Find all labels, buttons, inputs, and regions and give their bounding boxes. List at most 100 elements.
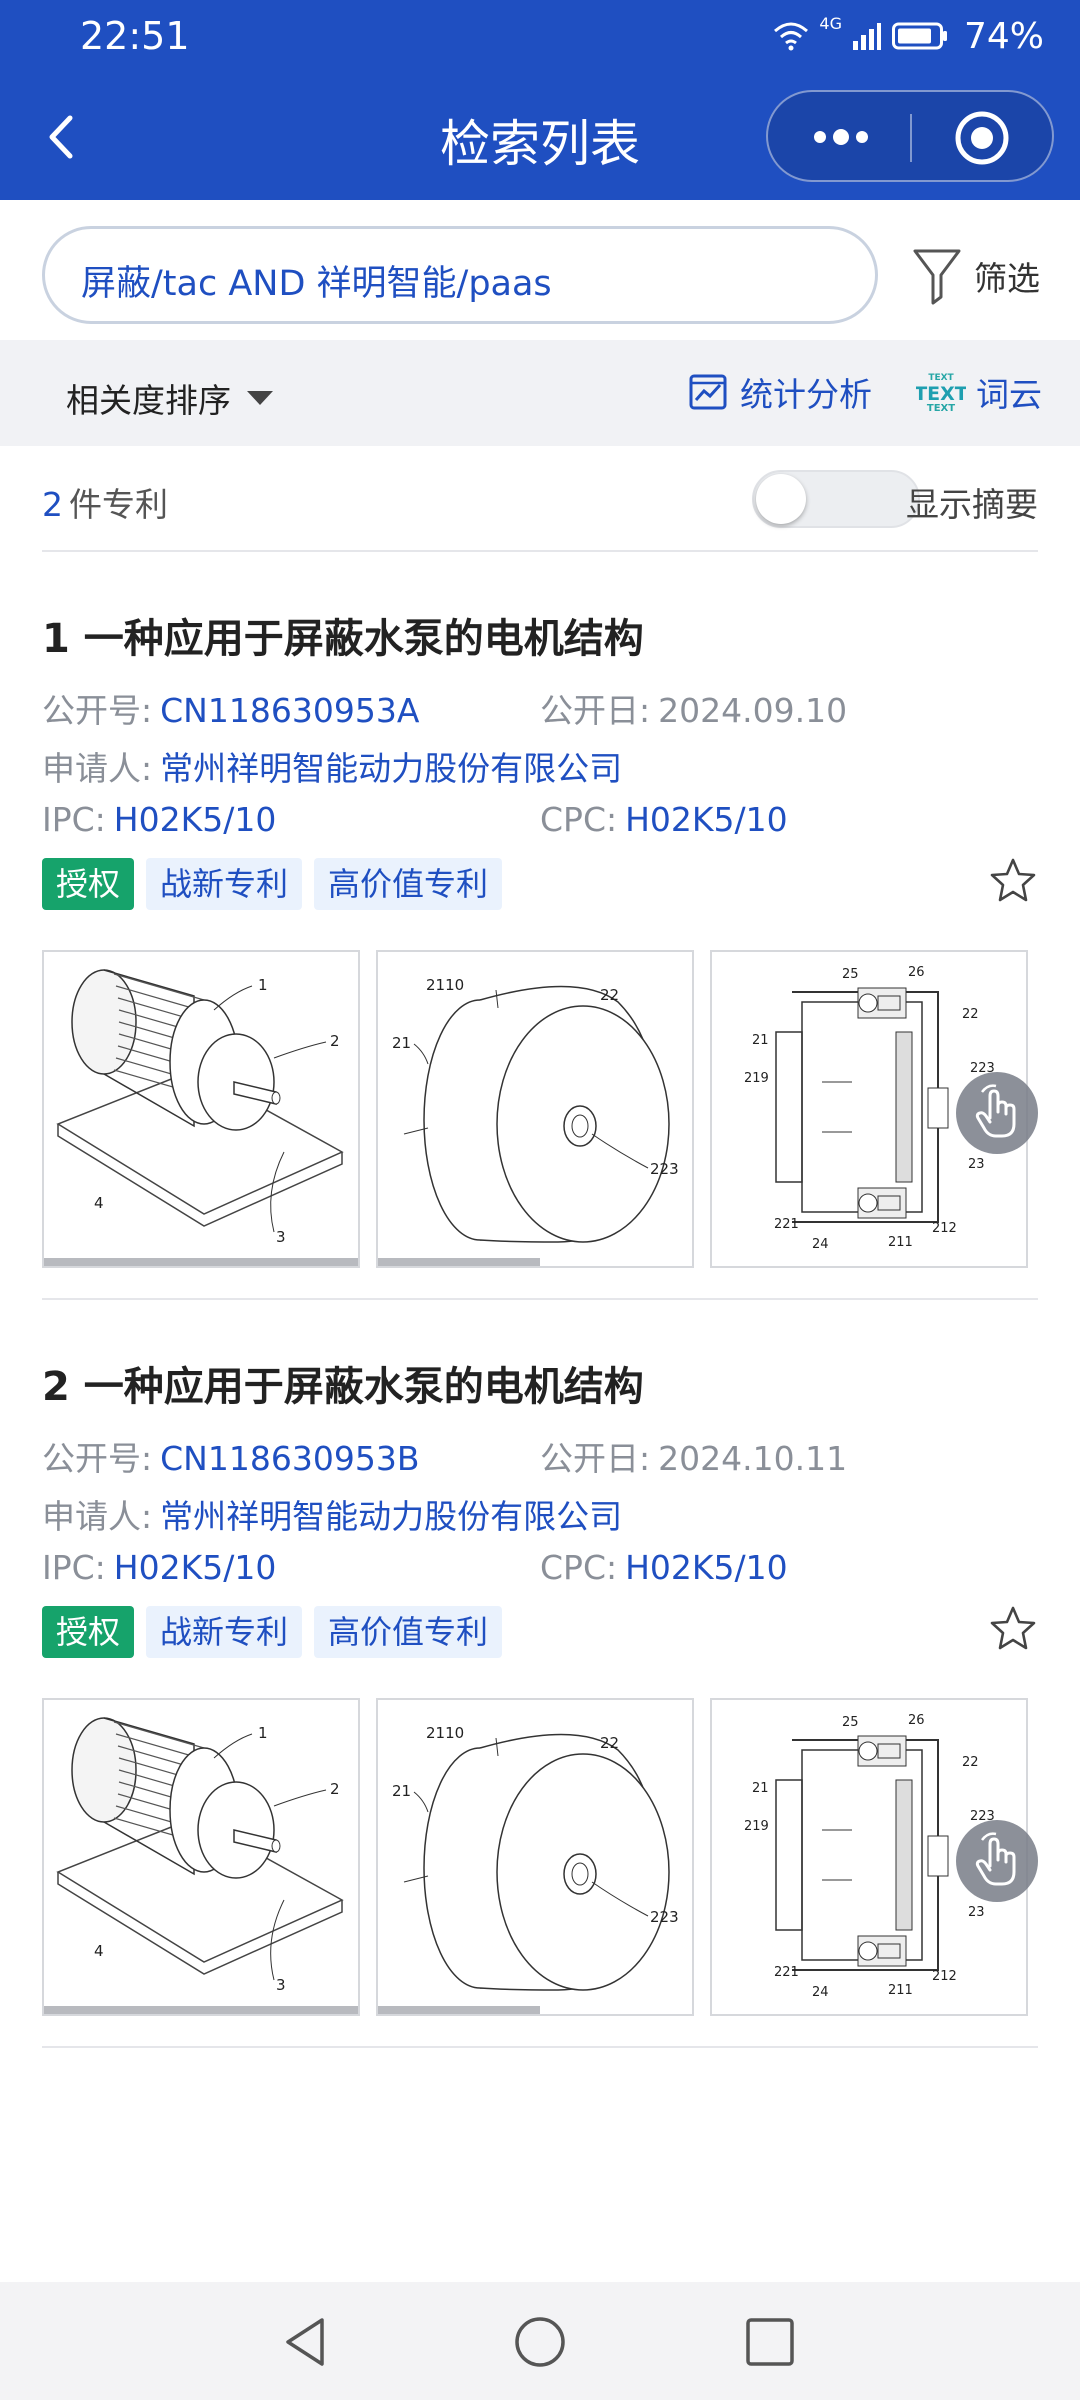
patent-card[interactable]: 1 一种应用于屏蔽水泵的电机结构 公开号: CN118630953A 公开日: 20… [42,550,1038,1300]
status-bar: 22:51 4G 74% [0,0,1080,72]
tag-high-value: 高价值专利 [314,1606,503,1658]
gallery-scroll-thumb[interactable] [44,2006,358,2014]
filter-button[interactable]: 筛选 [912,244,1040,308]
gesture-hint-button[interactable] [956,1820,1038,1902]
pub-date-row: 公开日: 2024.09.10 [540,684,847,732]
drawing-thumb[interactable]: 2110 22 21 223 [376,950,694,1268]
search-query: 屏蔽/tac AND 祥明智能/paas [81,264,552,304]
applicant-value[interactable]: 常州祥明智能动力股份有限公司 [160,749,622,788]
applicant-row: 申请人: 常州祥明智能动力股份有限公司 [42,742,622,790]
result-count-suffix: 件专利 [69,485,168,524]
app-header: 22:51 4G 74% 检索列表 [0,0,1080,200]
svg-text:3: 3 [276,1976,286,1994]
mini-program-capsule [766,90,1054,182]
filter-label: 筛选 [974,259,1040,298]
svg-text:24: 24 [812,1237,829,1252]
more-dots-icon[interactable] [806,114,876,160]
ipc-value[interactable]: H02K5/10 [114,800,277,839]
pub-date-value: 2024.09.10 [658,691,848,730]
result-count-number: 2 [42,485,63,524]
tag-strategic: 战新专利 [146,1606,303,1658]
star-icon[interactable] [988,1604,1038,1654]
pub-date-label: 公开日: [540,1439,651,1478]
drawing-thumb[interactable]: 1 2 3 4 [42,1698,360,2016]
search-row: 屏蔽/tac AND 祥明智能/paas 筛选 [0,200,1080,340]
svg-text:4: 4 [94,1194,104,1212]
sort-dropdown[interactable]: 相关度排序 [66,374,273,422]
wordcloud-button[interactable]: TEXT TEXT TEXT 词云 [916,368,1042,416]
rotor-drawing-image: 2110 22 21 223 [392,1724,679,1991]
hand-pointer-icon [975,1084,1016,1138]
chart-image-icon [689,374,727,410]
pub-no-value[interactable]: CN118630953B [160,1439,419,1478]
sort-toolbar: 相关度排序 统计分析 TEXT TEXT TEXT 词云 [0,340,1080,446]
applicant-row: 申请人: 常州祥明智能动力股份有限公司 [42,1490,622,1538]
stats-analysis-button[interactable]: 统计分析 [688,368,872,416]
svg-text:25: 25 [842,1715,859,1730]
applicant-label: 申请人: [42,749,153,788]
caret-down-icon [247,391,273,405]
ipc-value[interactable]: H02K5/10 [114,1548,277,1587]
tag-granted: 授权 [42,1606,135,1658]
nav-home-icon[interactable] [510,2312,570,2372]
gesture-hint-button[interactable] [956,1072,1038,1154]
svg-text:21: 21 [752,1033,769,1048]
patent-card[interactable]: 2 一种应用于屏蔽水泵的电机结构 公开号: CN118630953B 公开日: 20… [42,1298,1038,2048]
pub-no-label: 公开号: [42,691,153,730]
applicant-value[interactable]: 常州祥明智能动力股份有限公司 [160,1497,622,1536]
search-input[interactable]: 屏蔽/tac AND 祥明智能/paas [42,226,878,324]
svg-text:24: 24 [812,1985,829,2000]
cpc-row: CPC: H02K5/10 [540,800,788,839]
svg-text:TEXT: TEXT [916,383,966,405]
gallery-scroll-thumb-part [378,1258,540,1266]
wordcloud-label: 词云 [976,375,1042,414]
battery-percent: 74% [963,15,1044,57]
nav-recents-icon[interactable] [740,2312,800,2372]
svg-text:223: 223 [650,1908,679,1926]
svg-text:221: 221 [774,1965,799,1980]
cpc-value[interactable]: H02K5/10 [625,1548,788,1587]
svg-text:23: 23 [968,1157,985,1172]
pub-no-row: 公开号: CN118630953A [42,684,419,732]
pub-date-label: 公开日: [540,691,651,730]
wordcloud-icon: TEXT TEXT TEXT [916,373,966,414]
abstract-toggle-label: 显示摘要 [906,485,1038,524]
svg-text:2110: 2110 [426,976,464,994]
patent-title[interactable]: 1 一种应用于屏蔽水泵的电机结构 [42,606,644,664]
abstract-toggle[interactable] [752,470,920,528]
drawing-gallery[interactable]: 1 2 3 4 2110 22 21 223 25 26 22 21 219 2… [42,950,1038,1270]
tag-granted: 授权 [42,858,135,910]
patent-title[interactable]: 2 一种应用于屏蔽水泵的电机结构 [42,1354,644,1412]
drawing-thumb[interactable]: 2110 22 21 223 [376,1698,694,2016]
tag-strategic: 战新专利 [146,858,303,910]
hand-pointer-icon [975,1832,1016,1886]
cpc-value[interactable]: H02K5/10 [625,800,788,839]
tag-list: 授权 战新专利 高价值专利 [42,858,503,910]
pub-no-row: 公开号: CN118630953B [42,1432,419,1480]
drawing-gallery[interactable]: 1 2 3 4 2110 22 21 223 25 26 22 21 219 2… [42,1698,1038,2018]
status-icons: 4G 74% [773,12,1044,60]
drawing-thumb[interactable]: 1 2 3 4 [42,950,360,1268]
toggle-knob [756,474,806,524]
target-circle-icon[interactable] [950,106,1014,170]
svg-text:212: 212 [932,1969,957,1984]
svg-text:22: 22 [600,986,619,1004]
ipc-row: IPC: H02K5/10 [42,1548,276,1587]
star-icon[interactable] [988,856,1038,906]
svg-text:2: 2 [330,1032,340,1050]
ipc-label: IPC: [42,1548,106,1587]
svg-text:4: 4 [94,1942,104,1960]
gallery-scroll-thumb[interactable] [44,1258,358,1266]
svg-text:TEXT: TEXT [927,403,955,414]
svg-text:26: 26 [908,965,925,980]
pub-date-value: 2024.10.11 [658,1439,848,1478]
result-count: 2 件专利 [42,478,168,526]
stats-label: 统计分析 [740,375,872,414]
nav-back-icon[interactable] [276,2312,336,2372]
cpc-row: CPC: H02K5/10 [540,1548,788,1587]
cpc-label: CPC: [540,1548,618,1587]
pub-no-value[interactable]: CN118630953A [160,691,419,730]
svg-text:2: 2 [330,1780,340,1798]
status-time: 22:51 [80,14,190,58]
svg-text:212: 212 [932,1221,957,1236]
